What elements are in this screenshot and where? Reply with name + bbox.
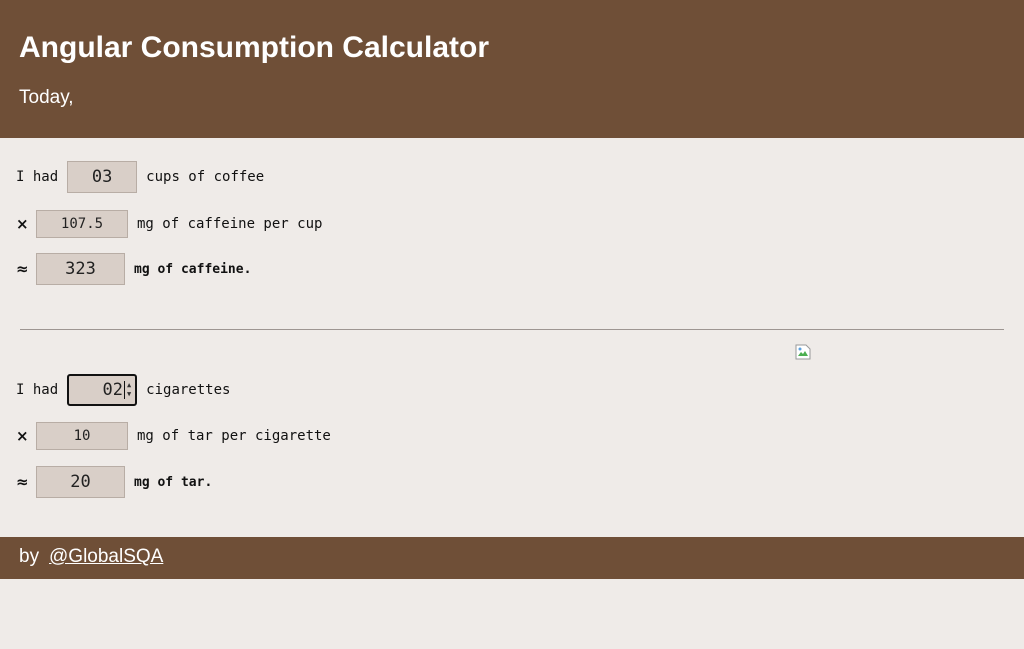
chevron-down-icon[interactable]: ▼ bbox=[127, 390, 131, 399]
caffeine-total-field: 323 bbox=[36, 253, 125, 285]
multiply-sign: × bbox=[16, 215, 29, 233]
chevron-up-icon[interactable]: ▲ bbox=[127, 381, 131, 390]
tar-per-cigarette-field: 10 bbox=[36, 422, 128, 450]
caffeine-per-cup-label: mg of caffeine per cup bbox=[137, 216, 323, 232]
multiply-sign: × bbox=[16, 427, 29, 445]
section-divider bbox=[20, 329, 1004, 330]
caffeine-total-row: ≈ 323 mg of caffeine. bbox=[16, 252, 251, 286]
coffee-prefix-label: I had bbox=[16, 169, 59, 185]
approx-sign: ≈ bbox=[16, 260, 29, 278]
coffee-cups-row: I had 03 cups of coffee bbox=[16, 160, 264, 194]
tar-per-cigarette-row: × 10 mg of tar per cigarette bbox=[16, 419, 331, 453]
globalsqa-link[interactable]: @GlobalSQA bbox=[49, 546, 163, 568]
page-header: Angular Consumption Calculator Today, bbox=[0, 0, 1024, 138]
tar-total-row: ≈ 20 mg of tar. bbox=[16, 465, 212, 499]
cigarettes-prefix-label: I had bbox=[16, 382, 59, 398]
page-title: Angular Consumption Calculator bbox=[19, 31, 490, 64]
approx-sign: ≈ bbox=[16, 473, 29, 491]
page-footer: by @GlobalSQA bbox=[0, 537, 1024, 579]
coffee-cups-label: cups of coffee bbox=[146, 169, 265, 185]
coffee-cups-input[interactable]: 03 bbox=[67, 161, 138, 193]
footer-by-label: by bbox=[19, 546, 40, 567]
cigarettes-label: cigarettes bbox=[146, 382, 231, 398]
caffeine-per-cup-row: × 107.5 mg of caffeine per cup bbox=[16, 207, 322, 241]
cigarettes-row: I had 02 ▲ ▼ cigarettes bbox=[16, 373, 230, 407]
cigarettes-input-value: 02 bbox=[102, 380, 123, 400]
number-spinner[interactable]: ▲ ▼ bbox=[127, 379, 131, 401]
text-caret bbox=[123, 381, 125, 399]
broken-image-icon bbox=[795, 344, 811, 360]
tar-per-cigarette-label: mg of tar per cigarette bbox=[137, 428, 331, 444]
caffeine-per-cup-field: 107.5 bbox=[36, 210, 128, 238]
cigarettes-input[interactable]: 02 ▲ ▼ bbox=[67, 374, 138, 406]
caffeine-total-label: mg of caffeine. bbox=[134, 261, 252, 277]
tar-total-label: mg of tar. bbox=[134, 474, 213, 490]
page-subtitle: Today, bbox=[19, 87, 74, 108]
tar-total-field: 20 bbox=[36, 466, 125, 498]
